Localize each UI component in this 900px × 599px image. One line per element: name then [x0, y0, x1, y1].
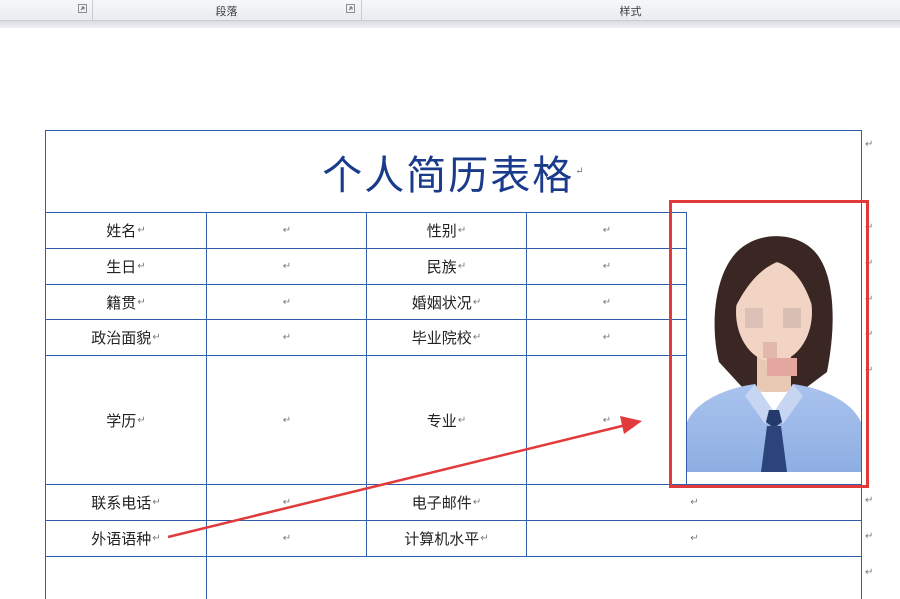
- paragraph-mark-icon: ↵: [472, 497, 482, 508]
- title-text: 个人简历表格: [322, 152, 575, 199]
- paragraph-mark-icon: ↵: [282, 296, 292, 308]
- label-cell-ethnicity[interactable]: 民族 ↵: [367, 249, 526, 284]
- ribbon-group-styles: 样式: [361, 0, 900, 20]
- label-cell-political-status[interactable]: 政治面貌 ↵: [46, 320, 206, 355]
- cell-label: 计算机水平: [404, 530, 480, 548]
- paragraph-mark-icon: ↵: [602, 296, 612, 308]
- value-cell[interactable]: ↵: [527, 356, 686, 484]
- dialog-launcher-icon[interactable]: [346, 4, 355, 13]
- paragraph-mark-icon: ↵: [282, 225, 292, 236]
- paragraph-mark-icon: ↵: [690, 533, 699, 544]
- label-cell-native-place[interactable]: 籍贯 ↵: [46, 285, 206, 319]
- cell-label: 外语语种: [91, 530, 152, 548]
- dialog-launcher-icon[interactable]: [78, 4, 87, 13]
- ribbon-group-label-styles: 样式: [619, 5, 642, 18]
- cell-label: 学历: [106, 411, 137, 430]
- cell-label: 婚姻状况: [411, 293, 472, 312]
- row-end-mark-icon: ↵: [865, 531, 874, 542]
- value-cell[interactable]: [207, 557, 861, 599]
- paragraph-mark-icon: ↵: [152, 332, 161, 343]
- paragraph-mark-icon: ↵: [457, 414, 467, 426]
- paragraph-mark-icon: ↵: [152, 497, 161, 508]
- ribbon-group-paragraph: 段落: [92, 0, 362, 20]
- label-cell-name[interactable]: 姓名 ↵: [46, 213, 206, 248]
- row-end-mark-icon: ↵: [865, 139, 874, 150]
- paragraph-mark-icon: ↵: [457, 225, 467, 236]
- ribbon-group-labels: 段落 样式: [0, 0, 900, 21]
- value-cell[interactable]: ↵: [527, 320, 686, 355]
- value-cell[interactable]: ↵: [207, 320, 366, 355]
- label-cell-marital-status[interactable]: 婚姻状况 ↵: [367, 285, 526, 319]
- paragraph-mark-icon: ↵: [472, 332, 482, 343]
- paragraph-mark-icon: ↵: [472, 296, 482, 308]
- ribbon-group-label-paragraph: 段落: [215, 5, 238, 18]
- cell-label: 电子邮件: [411, 494, 472, 512]
- ribbon-shadow: [0, 21, 900, 28]
- paragraph-mark-icon: ↵: [602, 414, 612, 426]
- paragraph-mark-icon: ↵: [282, 261, 292, 272]
- paragraph-mark-icon: ↵: [457, 261, 467, 272]
- paragraph-mark-icon: ↵: [575, 166, 586, 177]
- row-end-mark-icon: ↵: [865, 495, 874, 506]
- label-cell-birthday[interactable]: 生日 ↵: [46, 249, 206, 284]
- label-cell-foreign-language[interactable]: 外语语种 ↵: [46, 521, 206, 556]
- paragraph-mark-icon: ↵: [602, 225, 612, 236]
- value-cell[interactable]: ↵: [527, 213, 686, 248]
- paragraph-mark-icon: ↵: [282, 332, 292, 343]
- paragraph-mark-icon: ↵: [282, 497, 292, 508]
- row-end-mark-icon: ↵: [865, 567, 874, 578]
- paragraph-mark-icon: ↵: [690, 497, 699, 508]
- label-cell-phone[interactable]: 联系电话 ↵: [46, 485, 206, 520]
- value-cell[interactable]: ↵: [207, 356, 366, 484]
- value-cell[interactable]: ↵: [527, 485, 861, 520]
- value-cell[interactable]: ↵: [527, 521, 861, 556]
- label-cell-computer-skill[interactable]: 计算机水平 ↵: [367, 521, 526, 556]
- paragraph-mark-icon: ↵: [282, 533, 292, 544]
- paragraph-mark-icon: ↵: [282, 414, 292, 426]
- cell-label: 民族: [426, 258, 457, 276]
- label-cell-graduate-school[interactable]: 毕业院校 ↵: [367, 320, 526, 355]
- cell-label: 姓名: [106, 222, 137, 240]
- label-cell-gender[interactable]: 性别 ↵: [367, 213, 526, 248]
- cell-label: 籍贯: [106, 293, 137, 312]
- paragraph-mark-icon: ↵: [137, 225, 146, 236]
- label-cell-major[interactable]: 专业 ↵: [367, 356, 526, 484]
- cell-label: 性别: [426, 222, 457, 240]
- value-cell[interactable]: ↵: [527, 285, 686, 319]
- label-cell-education[interactable]: 学历 ↵: [46, 356, 206, 484]
- value-cell[interactable]: ↵: [207, 285, 366, 319]
- cell-label: 政治面貌: [91, 329, 152, 347]
- photo-highlight-box: [669, 200, 869, 488]
- label-cell-empty[interactable]: [46, 557, 206, 599]
- paragraph-mark-icon: ↵: [602, 261, 612, 272]
- value-cell[interactable]: ↵: [527, 249, 686, 284]
- value-cell[interactable]: ↵: [207, 521, 366, 556]
- paragraph-mark-icon: ↵: [602, 332, 612, 343]
- paragraph-mark-icon: ↵: [137, 414, 146, 426]
- cell-label: 联系电话: [91, 494, 152, 512]
- paragraph-mark-icon: ↵: [137, 261, 146, 272]
- paragraph-mark-icon: ↵: [480, 533, 489, 544]
- label-cell-email[interactable]: 电子邮件 ↵: [367, 485, 526, 520]
- value-cell[interactable]: ↵: [207, 249, 366, 284]
- ribbon-group-font: [0, 0, 93, 20]
- value-cell[interactable]: ↵: [207, 485, 366, 520]
- cell-label: 毕业院校: [411, 329, 472, 347]
- value-cell[interactable]: ↵: [207, 213, 366, 248]
- cell-label: 专业: [426, 411, 457, 430]
- paragraph-mark-icon: ↵: [152, 533, 161, 544]
- paragraph-mark-icon: ↵: [137, 296, 146, 308]
- cell-label: 生日: [106, 258, 137, 276]
